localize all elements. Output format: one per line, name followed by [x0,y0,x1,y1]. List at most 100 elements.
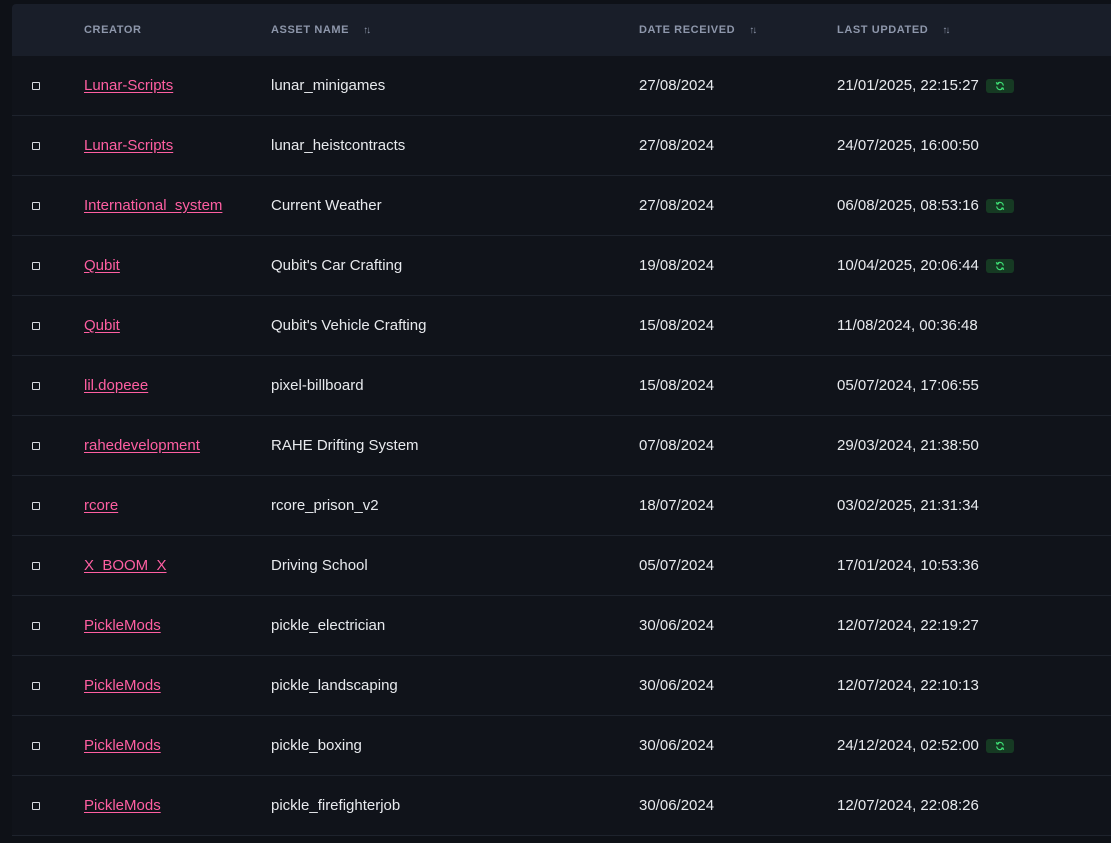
asset-name: lunar_heistcontracts [271,137,406,154]
date-received: 05/07/2024 [639,557,715,574]
table-row: PickleMods pickle_landscaping 30/06/2024… [12,656,1111,716]
table-row: Lunar-Scripts lunar_heistcontracts 27/08… [12,116,1111,176]
creator-link[interactable]: Lunar-Scripts [84,137,173,154]
row-checkbox-cell [32,176,40,235]
row-checkbox[interactable] [32,441,40,450]
date-received-cell: 18/07/2024 [639,476,714,535]
last-updated: 17/01/2024, 10:53:36 [837,557,979,574]
refresh-badge[interactable] [985,258,1014,273]
last-updated-cell: 05/07/2024, 17:06:55 [837,356,979,415]
date-received-cell: 30/06/2024 [639,596,714,655]
row-checkbox-cell [32,476,40,535]
last-updated-cell: 06/08/2025, 08:53:16 [837,176,1014,235]
refresh-badge[interactable] [985,198,1014,213]
table-row: rcore rcore_prison_v2 18/07/2024 03/02/2… [12,476,1111,536]
date-received-cell: 05/07/2024 [639,536,714,595]
date-received: 30/06/2024 [639,797,715,814]
asset-name-cell: lunar_heistcontracts [271,116,405,175]
row-checkbox[interactable] [32,561,40,570]
column-header-creator-label: CREATOR [84,24,142,36]
sort-arrows-icon[interactable]: ↑↓ [942,25,950,36]
last-updated: 24/07/2025, 16:00:50 [837,137,979,154]
last-updated: 10/04/2025, 20:06:44 [837,257,979,274]
creator-link[interactable]: rcore [84,497,118,514]
row-checkbox[interactable] [32,261,40,270]
asset-name: Qubit's Car Crafting [271,257,403,274]
last-updated-cell: 29/03/2024, 21:38:50 [837,416,979,475]
creator-link[interactable]: Qubit [84,317,120,334]
table-row: PickleMods pickle_electrician 30/06/2024… [12,596,1111,656]
creator-link[interactable]: PickleMods [84,617,161,634]
row-checkbox[interactable] [32,381,40,390]
row-checkbox[interactable] [32,621,40,630]
date-received-cell: 27/08/2024 [639,176,714,235]
table-body: Lunar-Scripts lunar_minigames 27/08/2024… [12,56,1111,836]
row-checkbox-cell [32,116,40,175]
row-checkbox[interactable] [32,201,40,210]
row-checkbox[interactable] [32,741,40,750]
creator-link[interactable]: Lunar-Scripts [84,77,173,94]
column-header-last-updated-label: LAST UPDATED [837,24,929,36]
creator-cell: PickleMods [84,716,161,775]
table-row: lil.dopeee pixel-billboard 15/08/2024 05… [12,356,1111,416]
last-updated: 03/02/2025, 21:31:34 [837,497,979,514]
row-checkbox[interactable] [32,321,40,330]
refresh-badge[interactable] [985,738,1014,753]
creator-link[interactable]: Qubit [84,257,120,274]
creator-cell: International_system [84,176,222,235]
asset-name: RAHE Drifting System [271,437,419,454]
row-checkbox[interactable] [32,81,40,90]
date-received: 27/08/2024 [639,77,715,94]
creator-link[interactable]: X_BOOM_X [84,557,167,574]
creator-link[interactable]: PickleMods [84,737,161,754]
asset-name-cell: Driving School [271,536,368,595]
creator-cell: PickleMods [84,596,161,655]
row-checkbox[interactable] [32,681,40,690]
creator-link[interactable]: PickleMods [84,677,161,694]
sort-arrows-icon[interactable]: ↑↓ [749,25,757,36]
creator-link[interactable]: rahedevelopment [84,437,200,454]
row-checkbox[interactable] [32,141,40,150]
row-checkbox[interactable] [32,801,40,810]
date-received: 30/06/2024 [639,737,715,754]
date-received-cell: 30/06/2024 [639,716,714,775]
date-received-cell: 27/08/2024 [639,56,714,115]
creator-link[interactable]: PickleMods [84,797,161,814]
row-checkbox-cell [32,656,40,715]
asset-name: rcore_prison_v2 [271,497,379,514]
row-checkbox-cell [32,716,40,775]
date-received-cell: 30/06/2024 [639,776,714,835]
date-received: 15/08/2024 [639,317,715,334]
refresh-icon [995,741,1004,750]
asset-name: pickle_boxing [271,737,362,754]
table-row: Qubit Qubit's Car Crafting 19/08/2024 10… [12,236,1111,296]
creator-link[interactable]: International_system [84,197,222,214]
last-updated: 06/08/2025, 08:53:16 [837,197,979,214]
date-received: 27/08/2024 [639,197,715,214]
row-checkbox-cell [32,296,40,355]
table-row: PickleMods pickle_firefighterjob 30/06/2… [12,776,1111,836]
row-checkbox-cell [32,236,40,295]
refresh-icon [995,201,1004,210]
table-row: Qubit Qubit's Vehicle Crafting 15/08/202… [12,296,1111,356]
creator-cell: rahedevelopment [84,416,200,475]
column-header-last-updated[interactable]: LAST UPDATED ↑↓ [837,4,950,56]
column-header-date-received[interactable]: DATE RECEIVED ↑↓ [639,4,757,56]
column-header-asset-name[interactable]: ASSET NAME ↑↓ [271,4,371,56]
last-updated-cell: 03/02/2025, 21:31:34 [837,476,979,535]
table-row: International_system Current Weather 27/… [12,176,1111,236]
date-received-cell: 27/08/2024 [639,116,714,175]
last-updated-cell: 11/08/2024, 00:36:48 [837,296,978,355]
asset-name-cell: rcore_prison_v2 [271,476,379,535]
row-checkbox-cell [32,416,40,475]
sort-arrows-icon[interactable]: ↑↓ [363,25,371,36]
last-updated: 29/03/2024, 21:38:50 [837,437,979,454]
last-updated-cell: 10/04/2025, 20:06:44 [837,236,1014,295]
row-checkbox[interactable] [32,501,40,510]
asset-name: pickle_firefighterjob [271,797,401,814]
last-updated: 12/07/2024, 22:08:26 [837,797,979,814]
refresh-badge[interactable] [985,78,1014,93]
date-received: 30/06/2024 [639,677,715,694]
row-checkbox-cell [32,356,40,415]
creator-link[interactable]: lil.dopeee [84,377,148,394]
